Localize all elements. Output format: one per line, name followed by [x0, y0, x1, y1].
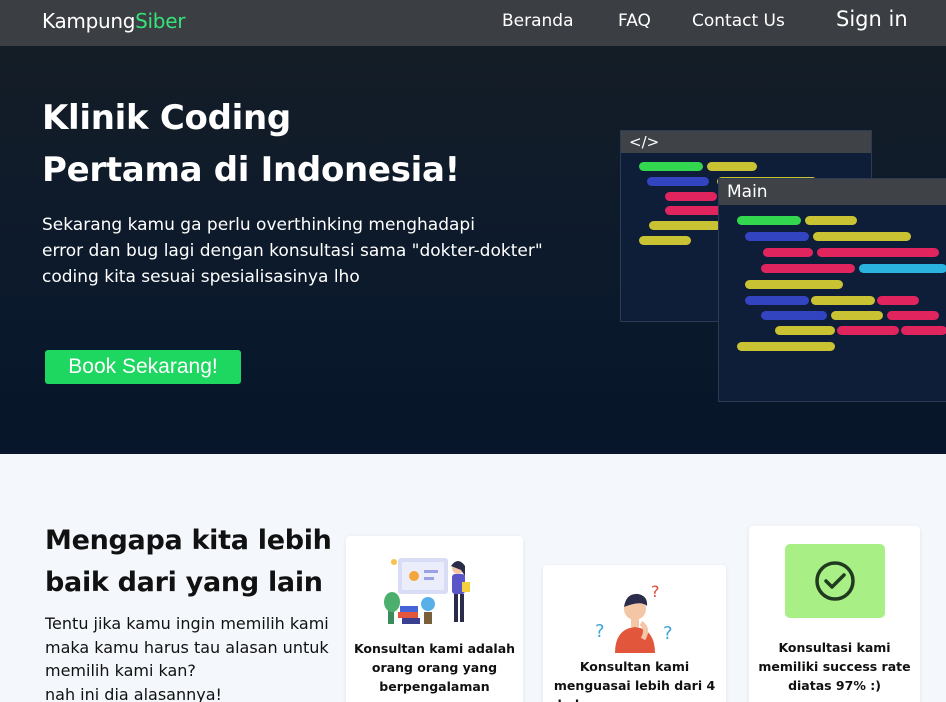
feature-card-text: Konsultasi kami memiliki success rate di…	[758, 640, 911, 693]
code-line	[811, 296, 875, 305]
svg-text:?: ?	[651, 582, 660, 601]
code-line	[665, 192, 717, 201]
thinking-person-icon: ? ? ?	[595, 582, 673, 653]
check-badge	[785, 544, 885, 618]
hero-section: Klinik Coding Pertama di Indonesia! Seka…	[0, 46, 946, 454]
code-line	[639, 162, 703, 171]
code-line	[805, 216, 857, 225]
nav-link-beranda[interactable]: Beranda	[502, 11, 574, 31]
brand-main: Kampung	[42, 9, 136, 33]
code-line	[737, 216, 801, 225]
code-line	[745, 280, 843, 289]
code-line	[707, 162, 757, 171]
code-icon: </>	[621, 131, 871, 153]
code-line	[877, 296, 919, 305]
code-line	[665, 206, 725, 215]
top-navbar: KampungSiber Beranda FAQ Contact Us Sign…	[0, 0, 946, 46]
features-desc-line-2: maka kamu harus tau alasan untuk	[45, 637, 329, 657]
code-line	[761, 311, 827, 320]
nav-link-faq[interactable]: FAQ	[618, 11, 651, 31]
code-line	[813, 232, 911, 241]
code-line	[761, 264, 855, 273]
code-line	[831, 311, 883, 320]
code-line	[745, 296, 809, 305]
features-title: Mengapa kita lebih baik dari yang lain	[45, 520, 332, 604]
hero-desc-line-1: Sekarang kamu ga perlu overthinking meng…	[42, 215, 475, 235]
brand-logo[interactable]: KampungSiber	[42, 9, 185, 33]
hero-description: Sekarang kamu ga perlu overthinking meng…	[42, 212, 582, 290]
hero-title: Klinik Coding Pertama di Indonesia!	[42, 92, 460, 196]
feature-card-text: Konsultan kami menguasai lebih dari 4 ba…	[553, 659, 716, 702]
code-line	[887, 311, 939, 320]
features-title-line-2: baik dari yang lain	[45, 567, 323, 598]
svg-text:?: ?	[595, 621, 605, 642]
code-line	[901, 326, 946, 335]
code-line	[745, 232, 809, 241]
check-circle-icon	[815, 561, 855, 601]
feature-card-success-rate: Konsultasi kami memiliki success rate di…	[749, 526, 920, 702]
code-line	[817, 248, 939, 257]
book-now-button[interactable]: Book Sekarang!	[45, 350, 241, 384]
feature-card-text: Konsultan kami adalah orang orang yang b…	[353, 641, 516, 694]
hero-title-line-2: Pertama di Indonesia!	[42, 150, 460, 190]
nav-link-contact-us[interactable]: Contact Us	[692, 11, 785, 31]
code-line	[649, 221, 721, 230]
features-desc-line-3: memilih kami kan?	[45, 661, 196, 680]
features-desc-line-4: nah ini dia alasannya!	[45, 684, 222, 702]
code-line	[639, 236, 691, 245]
svg-text:?: ?	[663, 623, 673, 644]
feature-card-experienced: Konsultan kami adalah orang orang yang b…	[346, 536, 523, 702]
hero-desc-line-2: error dan bug lagi dengan konsultasi sam…	[42, 241, 543, 261]
teacher-illustration-icon	[384, 558, 470, 624]
hero-desc-line-3: coding kita sesuai spesialisasinya lho	[42, 267, 360, 287]
features-desc-line-1: Tentu jika kamu ingin memilih kami	[45, 614, 329, 633]
sign-in-link[interactable]: Sign in	[836, 7, 908, 31]
features-description: Tentu jika kamu ingin memilih kami maka …	[45, 612, 335, 702]
brand-accent: Siber	[135, 9, 186, 33]
window-title: Main	[719, 179, 946, 205]
feature-card-languages: ? ? ? Konsultan kami menguasai lebih dar…	[543, 565, 726, 702]
code-line	[837, 326, 899, 335]
features-title-line-1: Mengapa kita lebih	[45, 525, 332, 556]
code-line	[647, 177, 709, 186]
code-line	[859, 264, 946, 273]
code-line	[763, 248, 813, 257]
code-line	[775, 326, 835, 335]
hero-title-line-1: Klinik Coding	[42, 98, 291, 138]
code-window-main: Main	[718, 178, 946, 402]
code-line	[737, 342, 835, 351]
